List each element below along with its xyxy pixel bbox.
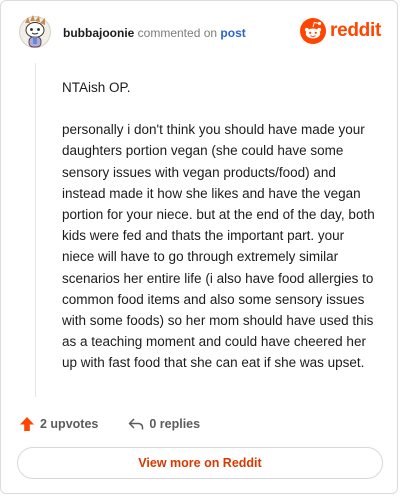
byline: bubbajoonie commented on post — [63, 26, 246, 40]
post-link[interactable]: post — [220, 26, 245, 40]
snoo-avatar-icon — [19, 15, 51, 48]
reddit-wordmark: reddit — [330, 20, 381, 41]
username-link[interactable]: bubbajoonie — [63, 26, 134, 40]
comment-paragraph: personally i don't think you should have… — [62, 122, 375, 371]
comment-paragraph: NTAish OP. — [62, 80, 131, 95]
view-more-button[interactable]: View more on Reddit — [17, 447, 383, 479]
replies-count: 0 replies — [149, 417, 201, 431]
comment-header: bubbajoonie commented on post reddit — [19, 15, 381, 55]
action-text: commented on — [137, 26, 218, 40]
reddit-snoo-icon — [300, 18, 327, 44]
reply-arrow-icon — [129, 418, 144, 430]
replies-button[interactable]: 0 replies — [128, 416, 200, 432]
comment-body: NTAish OP. personally i don't think you … — [62, 77, 380, 374]
upvote-button[interactable]: 2 upvotes — [19, 416, 98, 432]
thread-line — [35, 63, 36, 397]
reddit-brand[interactable]: reddit — [300, 17, 381, 45]
avatar[interactable] — [19, 15, 51, 49]
comment-actions: 2 upvotes 0 replies — [19, 414, 230, 434]
upvote-count: 2 upvotes — [40, 417, 99, 431]
comment-embed-card: bubbajoonie commented on post reddit NTA… — [0, 0, 398, 494]
upvote-arrow-icon — [20, 417, 34, 431]
